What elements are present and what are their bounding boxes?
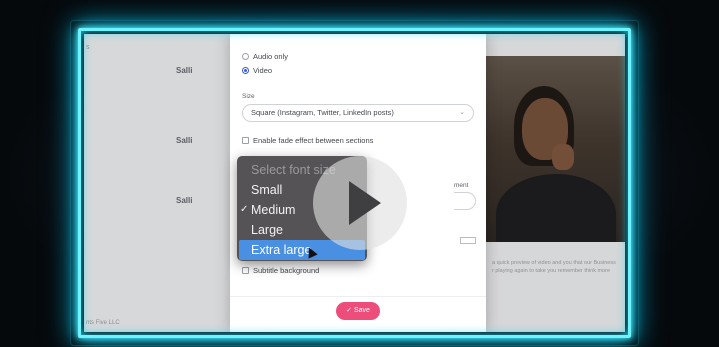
- play-button[interactable]: [313, 156, 407, 250]
- menu-item-label: Medium: [251, 203, 296, 217]
- menu-item-label: Extra large: [251, 243, 312, 257]
- play-icon: [349, 181, 381, 225]
- menu-item-label: Small: [251, 183, 283, 197]
- thumbnail-stage: s nts Five LLC Salli Salli Salli 1 1 F V…: [0, 0, 719, 347]
- menu-item-label: Large: [251, 223, 283, 237]
- checkmark-icon: ✓: [240, 204, 249, 215]
